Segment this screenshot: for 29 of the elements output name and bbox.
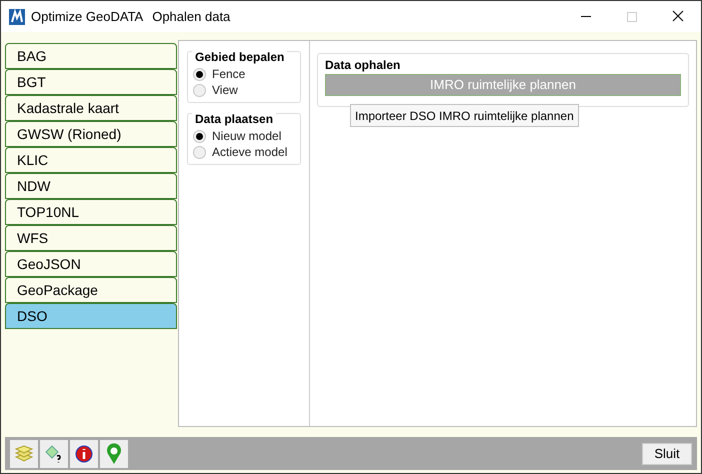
app-logo-icon bbox=[9, 8, 25, 24]
sidebar-tab[interactable]: Kadastrale kaart bbox=[5, 95, 177, 121]
radio-button[interactable] bbox=[193, 146, 206, 158]
location-pin-icon[interactable] bbox=[100, 440, 128, 468]
radio-label: Actieve model bbox=[212, 144, 288, 161]
radio-label: Fence bbox=[212, 66, 246, 83]
sidebar-tab[interactable]: BGT bbox=[5, 69, 177, 95]
info-icon[interactable] bbox=[70, 440, 98, 468]
sidebar-tab[interactable]: WFS bbox=[5, 225, 177, 251]
radio-button[interactable] bbox=[193, 68, 206, 80]
layers-icon[interactable] bbox=[10, 440, 38, 468]
sidebar-tab[interactable]: GeoJSON bbox=[5, 251, 177, 277]
group-title: Data plaatsen bbox=[192, 110, 276, 128]
radio-button[interactable] bbox=[193, 130, 206, 142]
tooltip: Importeer DSO IMRO ruimtelijke plannen bbox=[350, 104, 579, 127]
sidebar-tab[interactable]: BAG bbox=[5, 43, 177, 69]
close-button[interactable]: Sluit bbox=[642, 442, 692, 464]
sidebar-tab[interactable]: TOP10NL bbox=[5, 199, 177, 225]
radio-label: View bbox=[212, 82, 238, 99]
sidebar-tab[interactable]: GWSW (Rioned) bbox=[5, 121, 177, 147]
sidebar-tab[interactable]: DSO bbox=[5, 303, 177, 329]
sidebar-tab[interactable]: NDW bbox=[5, 173, 177, 199]
window-title: Optimize GeoDATA bbox=[31, 8, 144, 26]
radio-label: Nieuw model bbox=[212, 128, 282, 145]
window-subtitle: Ophalen data bbox=[152, 8, 230, 26]
sidebar-tab[interactable]: KLIC bbox=[5, 147, 177, 173]
radio-button[interactable] bbox=[193, 84, 206, 96]
sidebar-tab[interactable]: GeoPackage bbox=[5, 277, 177, 303]
group-title: Gebied bepalen bbox=[192, 48, 288, 66]
